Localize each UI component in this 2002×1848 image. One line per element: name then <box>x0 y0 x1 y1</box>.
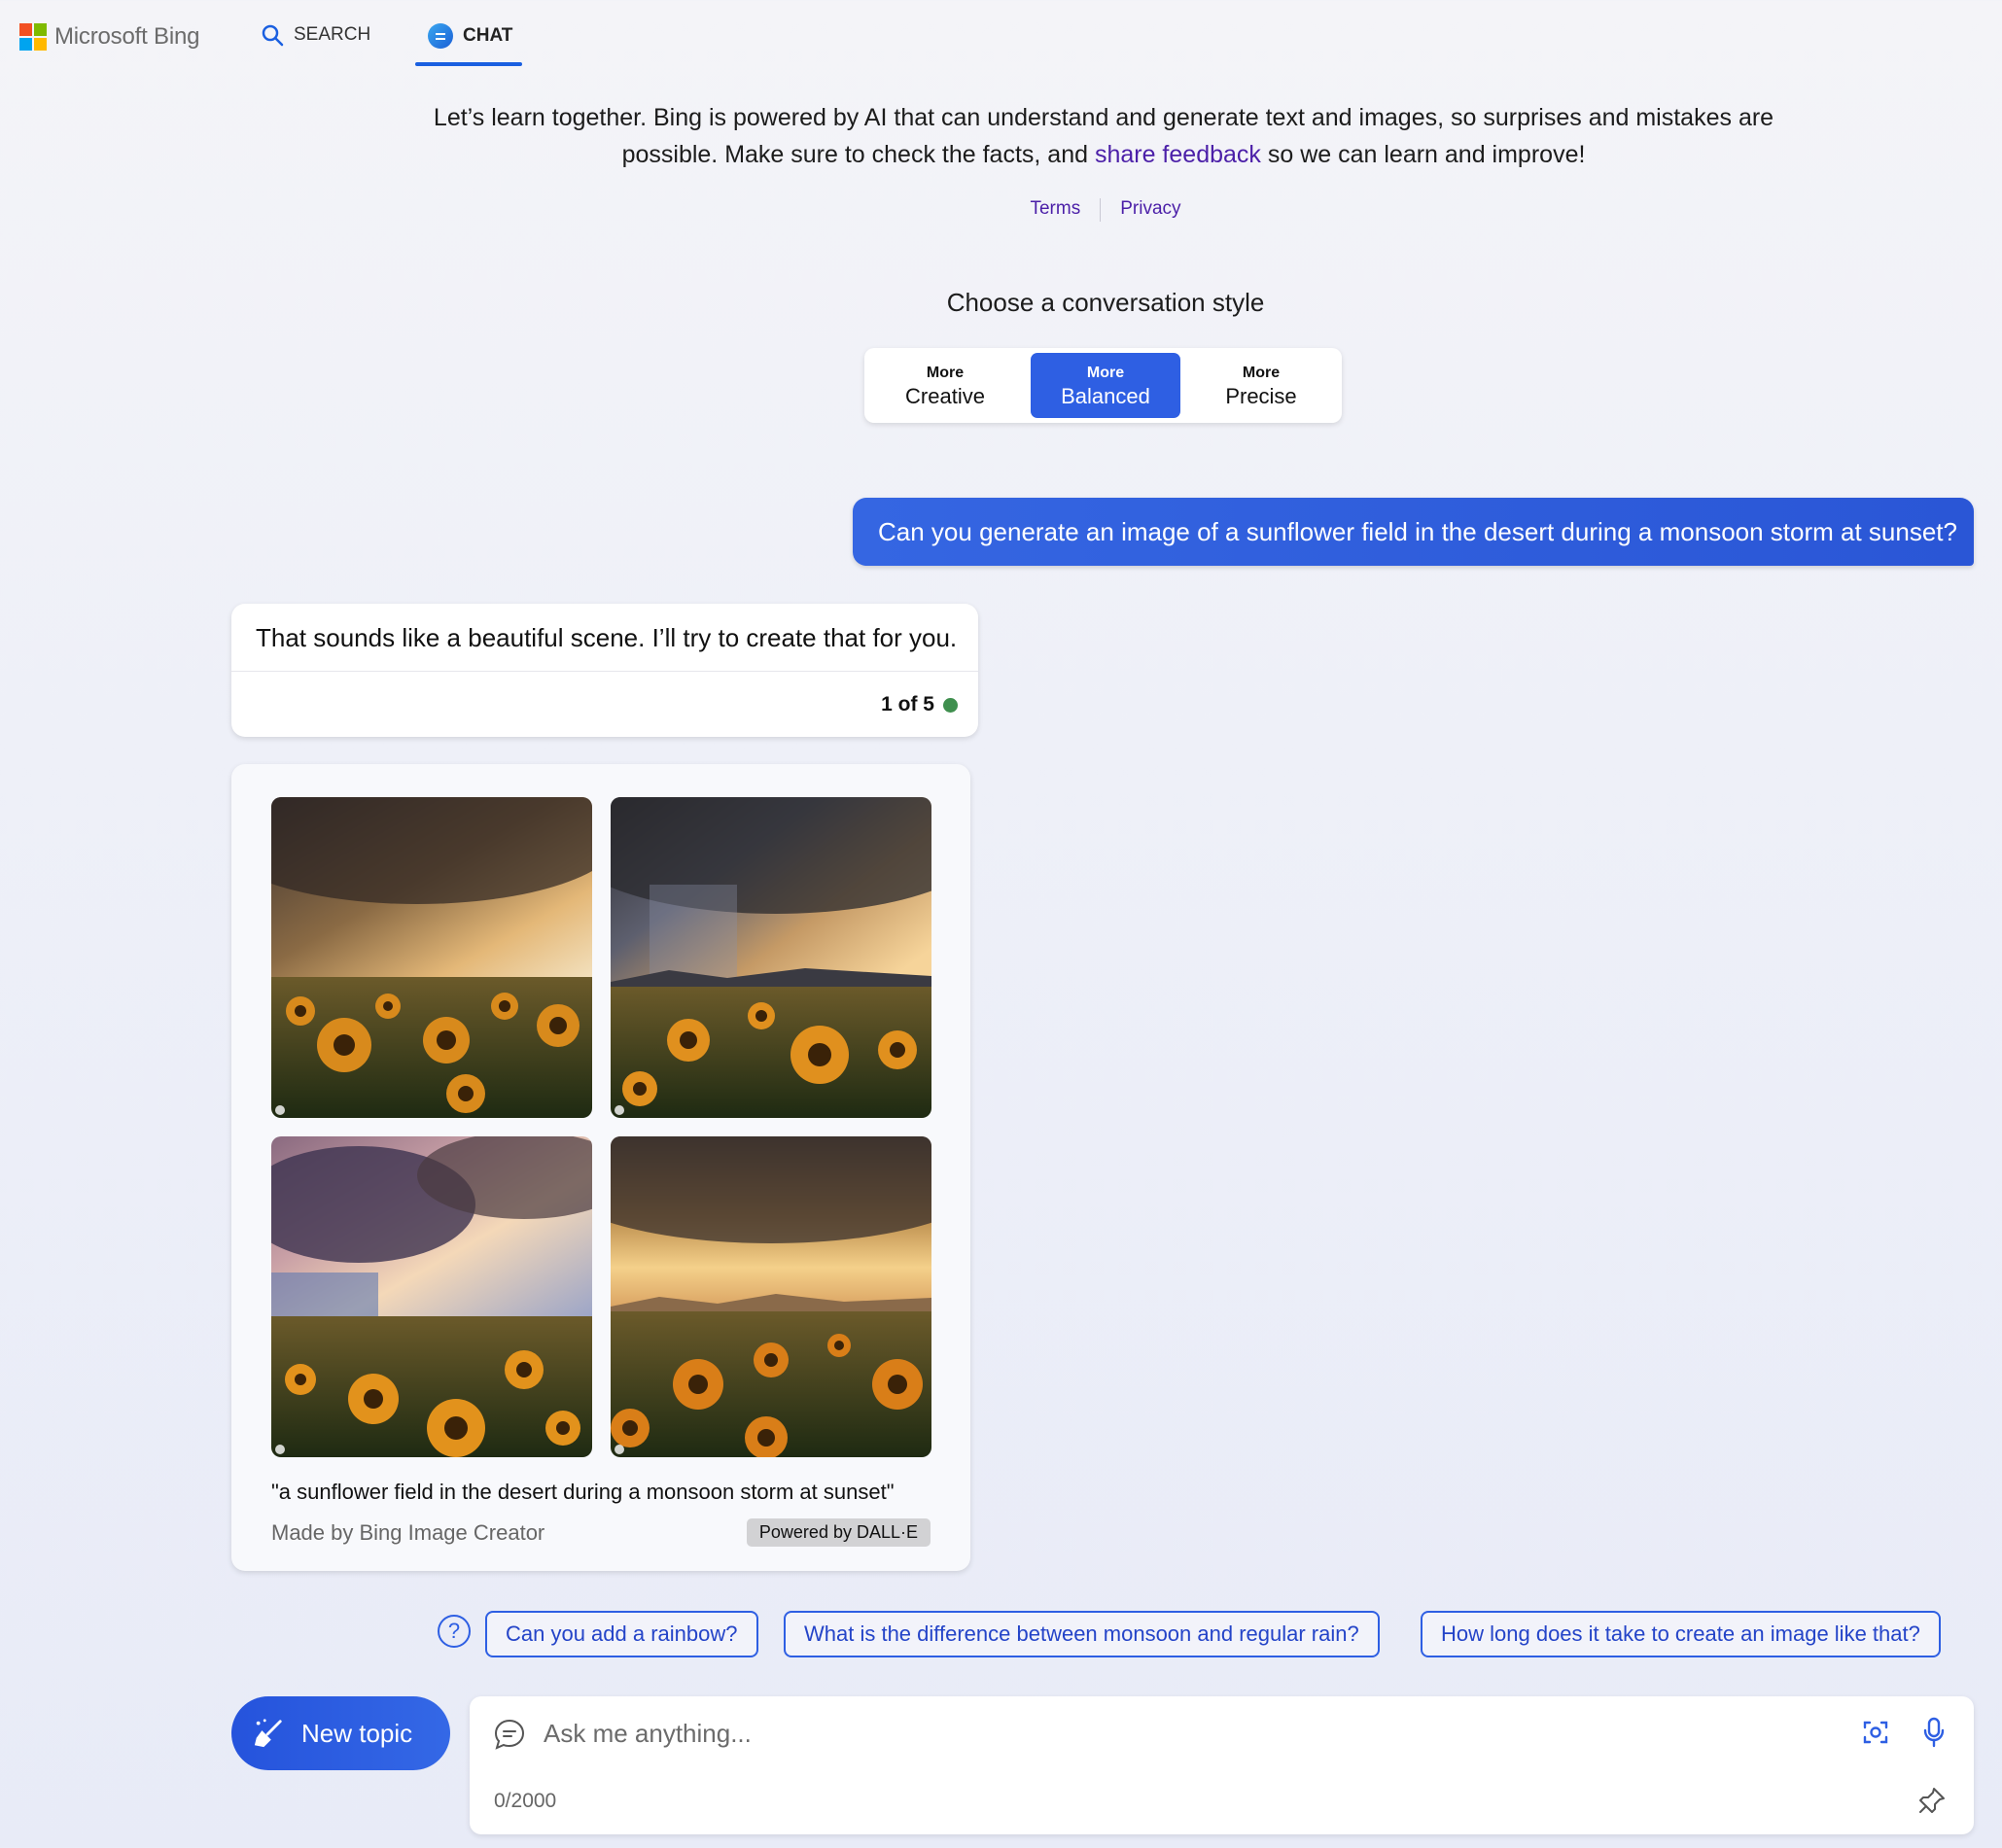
tab-chat[interactable]: CHAT <box>428 23 512 49</box>
conversation-style-title: Choose a conversation style <box>946 288 1265 317</box>
chat-input-icon <box>494 1719 525 1750</box>
microsoft-logo-icon <box>19 23 47 51</box>
intro-text-after: so we can learn and improve! <box>1260 141 1586 168</box>
visual-search-icon[interactable] <box>1861 1718 1890 1747</box>
powered-by-badge: Powered by DALL·E <box>746 1518 931 1547</box>
bing-watermark-icon <box>615 1105 624 1115</box>
generated-image-card: "a sunflower field in the desert during … <box>231 764 970 1571</box>
chat-bubble-icon <box>428 23 453 49</box>
share-feedback-link[interactable]: share feedback <box>1095 141 1261 168</box>
bing-watermark-icon <box>275 1105 285 1115</box>
question-help-icon[interactable]: ? <box>438 1615 471 1648</box>
image-creator-credit[interactable]: Made by Bing Image Creator <box>271 1520 544 1546</box>
suggestion-chip[interactable]: How long does it take to create an image… <box>1421 1611 1941 1657</box>
bot-message-divider <box>231 671 978 672</box>
conversation-style-picker: More Creative More Balanced More Precise <box>864 348 1342 423</box>
tab-search-label: SEARCH <box>294 24 371 45</box>
suggestion-chip[interactable]: What is the difference between monsoon a… <box>784 1611 1380 1657</box>
style-option-balanced[interactable]: More Balanced <box>1031 353 1180 418</box>
tab-chat-label: CHAT <box>463 25 513 46</box>
bot-message: That sounds like a beautiful scene. I’ll… <box>231 604 978 737</box>
style-option-small-label: More <box>1242 365 1281 381</box>
generated-image-2[interactable] <box>611 797 931 1118</box>
image-prompt-caption: "a sunflower field in the desert during … <box>271 1480 895 1504</box>
style-option-label: Balanced <box>1061 384 1150 408</box>
legal-links: Terms Privacy <box>0 198 2002 222</box>
generated-image-4[interactable] <box>611 1136 931 1457</box>
bot-message-text: That sounds like a beautiful scene. I’ll… <box>256 623 958 652</box>
turn-counter: 1 of 5 <box>881 693 958 716</box>
style-option-label: Creative <box>905 384 985 408</box>
chat-input[interactable] <box>544 1714 1808 1753</box>
tab-search[interactable]: SEARCH <box>261 23 370 47</box>
status-dot-icon <box>943 697 958 713</box>
broom-icon <box>254 1719 282 1748</box>
new-topic-button[interactable]: New topic <box>231 1696 450 1770</box>
style-option-creative[interactable]: More Creative <box>870 353 1020 418</box>
privacy-link[interactable]: Privacy <box>1101 198 1200 222</box>
terms-link[interactable]: Terms <box>1010 198 1100 222</box>
style-option-precise[interactable]: More Precise <box>1186 353 1336 418</box>
turn-counter-text: 1 of 5 <box>881 693 934 715</box>
active-tab-indicator <box>415 62 522 66</box>
generated-image-1[interactable] <box>271 797 592 1118</box>
generated-image-3[interactable] <box>271 1136 592 1457</box>
style-option-small-label: More <box>926 365 965 381</box>
style-option-label: Precise <box>1225 384 1297 408</box>
bing-watermark-icon <box>615 1445 624 1454</box>
top-bar: Microsoft Bing SEARCH CHAT <box>0 0 2002 78</box>
new-topic-label: New topic <box>301 1718 413 1748</box>
suggestion-chip[interactable]: Can you add a rainbow? <box>485 1611 758 1657</box>
pin-icon[interactable] <box>1917 1786 1947 1815</box>
intro-disclaimer: Let’s learn together. Bing is powered by… <box>389 99 1818 173</box>
user-message: Can you generate an image of a sunflower… <box>853 498 1974 566</box>
microphone-icon[interactable] <box>1921 1716 1947 1749</box>
search-icon <box>262 24 284 47</box>
character-counter: 0/2000 <box>494 1790 557 1812</box>
chat-composer: 0/2000 <box>470 1696 1974 1834</box>
microsoft-bing-logo[interactable]: Microsoft Bing <box>19 23 199 51</box>
style-option-small-label: More <box>1086 365 1125 381</box>
logo-text: Microsoft Bing <box>54 23 200 50</box>
bing-watermark-icon <box>275 1445 285 1454</box>
